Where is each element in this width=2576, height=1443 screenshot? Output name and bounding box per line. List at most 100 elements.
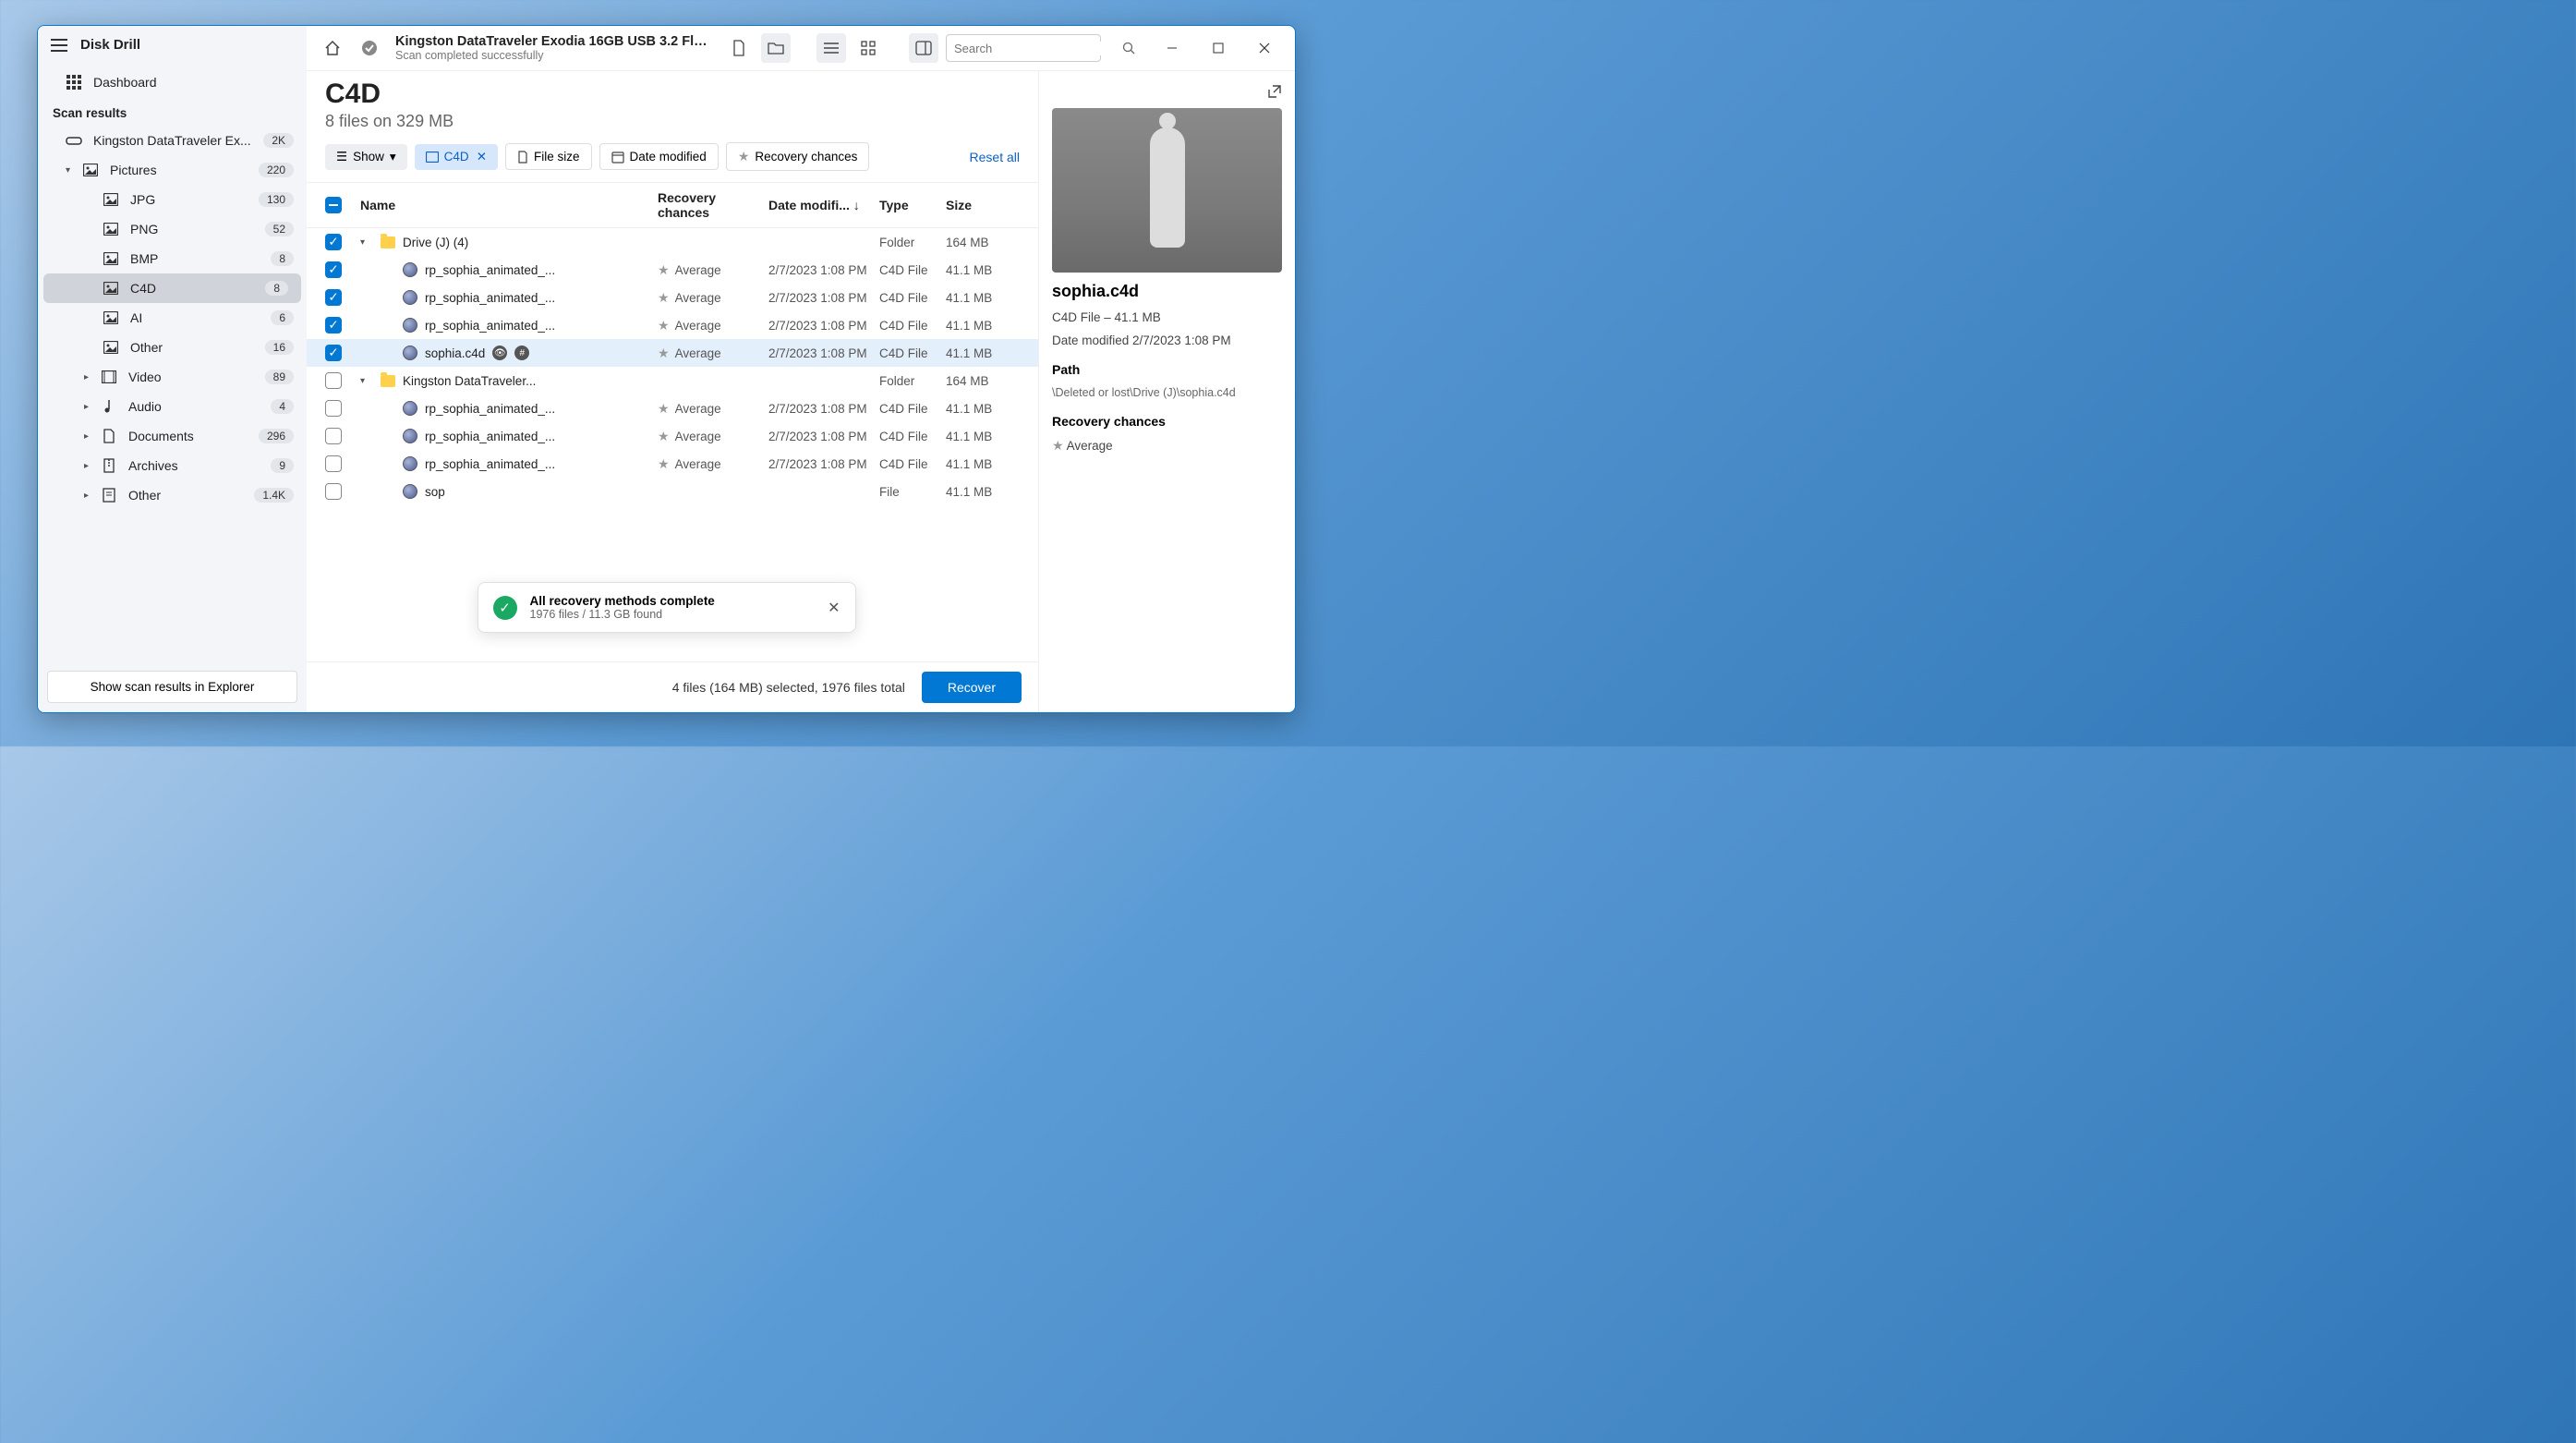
recover-button[interactable]: Recover [922,672,1022,703]
app-title: Disk Drill [80,37,140,53]
file-view-icon[interactable] [724,33,754,63]
nav-audio[interactable]: ▸ Audio 4 [38,392,307,421]
search-icon [1122,42,1135,55]
folder-row[interactable]: ✓ ▾ Drive (J) (4) Folder 164 MB [307,228,1038,256]
column-date[interactable]: Date modifi... ↓ [768,198,879,212]
file-row[interactable]: rp_sophia_animated_... ★Average 2/7/2023… [307,422,1038,450]
folder-row[interactable]: ▾ Kingston DataTraveler... Folder 164 MB [307,367,1038,394]
nav-bmp[interactable]: BMP 8 [38,244,307,273]
file-row[interactable]: sop File 41.1 MB [307,478,1038,505]
popout-icon[interactable] [1267,84,1282,99]
maximize-button[interactable] [1199,33,1238,63]
page-title: C4D [325,79,1020,110]
toast-close-icon[interactable]: ✕ [828,599,840,617]
home-icon[interactable] [318,33,347,63]
c4d-file-icon [403,346,417,360]
nav-label: Documents [128,429,259,443]
row-checkbox[interactable] [325,483,342,500]
row-recovery: Average [675,457,721,471]
row-checkbox[interactable] [325,400,342,417]
row-checkbox[interactable]: ✓ [325,317,342,333]
nav-label: AI [130,310,271,325]
row-size: 41.1 MB [946,457,1020,471]
image-icon [103,252,119,265]
column-name[interactable]: Name [353,198,658,212]
star-icon: ★ [658,262,670,278]
file-row[interactable]: ✓ rp_sophia_animated_... ★Average 2/7/20… [307,284,1038,311]
row-checkbox[interactable] [325,428,342,444]
search-field[interactable] [954,42,1117,55]
star-icon: ★ [1052,438,1064,453]
row-date: 2/7/2023 1:08 PM [768,457,879,471]
folder-view-icon[interactable] [761,33,791,63]
file-row[interactable]: rp_sophia_animated_... ★Average 2/7/2023… [307,394,1038,422]
hash-icon[interactable]: # [514,346,529,360]
nav-archives[interactable]: ▸ Archives 9 [38,451,307,480]
c4d-file-icon [403,290,417,305]
nav-c4d[interactable]: C4D 8 [43,273,301,303]
list-view-icon[interactable] [816,33,846,63]
nav-jpg[interactable]: JPG 130 [38,185,307,214]
row-checkbox[interactable] [325,455,342,472]
row-checkbox[interactable]: ✓ [325,289,342,306]
row-type: C4D File [879,430,946,443]
nav-documents[interactable]: ▸ Documents 296 [38,421,307,451]
column-recovery[interactable]: Recovery chances [658,190,768,220]
c4d-file-icon [403,456,417,471]
image-icon [426,152,439,163]
hamburger-icon[interactable] [51,39,67,52]
close-button[interactable] [1245,33,1284,63]
row-type: C4D File [879,402,946,416]
row-size: 41.1 MB [946,485,1020,499]
filter-recchances[interactable]: ★ Recovery chances [726,142,870,171]
toast-subtitle: 1976 files / 11.3 GB found [530,608,816,621]
nav-pictures[interactable]: ▾ Pictures 220 [38,155,307,185]
nav-dashboard[interactable]: Dashboard [38,67,307,97]
show-in-explorer-button[interactable]: Show scan results in Explorer [47,671,297,703]
select-all-checkbox[interactable] [325,197,342,213]
file-row[interactable]: ✓ rp_sophia_animated_... ★Average 2/7/20… [307,256,1038,284]
row-type: Folder [879,236,946,249]
row-name: rp_sophia_animated_... [425,457,555,471]
nav-other[interactable]: Other 16 [38,333,307,362]
remove-filter-icon[interactable]: ✕ [477,150,487,164]
check-circle-icon[interactable] [355,33,384,63]
chevron-down-icon: ▾ [390,150,396,164]
row-checkbox[interactable]: ✓ [325,345,342,361]
row-size: 41.1 MB [946,430,1020,443]
filter-filesize[interactable]: File size [505,143,592,170]
show-dropdown[interactable]: ☰ Show ▾ [325,144,407,170]
filter-datemod[interactable]: Date modified [599,143,719,170]
row-checkbox[interactable]: ✓ [325,261,342,278]
minimize-button[interactable] [1153,33,1191,63]
nav-label: Other [128,488,254,503]
row-date: 2/7/2023 1:08 PM [768,319,879,333]
nav-other[interactable]: ▸ Other 1.4K [38,480,307,510]
column-size[interactable]: Size [946,198,1020,212]
chevron-down-icon[interactable]: ▾ [360,237,373,248]
toast-notification: ✓ All recovery methods complete 1976 fil… [478,582,856,633]
row-type: C4D File [879,346,946,360]
row-checkbox[interactable] [325,372,342,389]
nav-png[interactable]: PNG 52 [38,214,307,244]
nav-ai[interactable]: AI 6 [38,303,307,333]
eye-icon[interactable]: 👁 [492,346,507,360]
row-checkbox[interactable]: ✓ [325,234,342,250]
nav-video[interactable]: ▸ Video 89 [38,362,307,392]
file-row[interactable]: ✓ sophia.c4d 👁# ★Average 2/7/2023 1:08 P… [307,339,1038,367]
count-badge: 89 [265,370,294,384]
nav-label: BMP [130,251,271,266]
nav-label: Audio [128,399,271,414]
chevron-down-icon[interactable]: ▾ [360,376,373,386]
other-icon [101,488,117,503]
detail-pane-toggle-icon[interactable] [909,33,938,63]
file-row[interactable]: rp_sophia_animated_... ★Average 2/7/2023… [307,450,1038,478]
search-input[interactable] [946,34,1101,62]
reset-all-link[interactable]: Reset all [970,150,1020,164]
row-name: rp_sophia_animated_... [425,263,555,277]
column-type[interactable]: Type [879,198,946,212]
nav-drive[interactable]: Kingston DataTraveler Ex... 2K [38,126,307,155]
grid-view-icon[interactable] [853,33,883,63]
filter-chip-c4d[interactable]: C4D ✕ [415,144,498,170]
file-row[interactable]: ✓ rp_sophia_animated_... ★Average 2/7/20… [307,311,1038,339]
